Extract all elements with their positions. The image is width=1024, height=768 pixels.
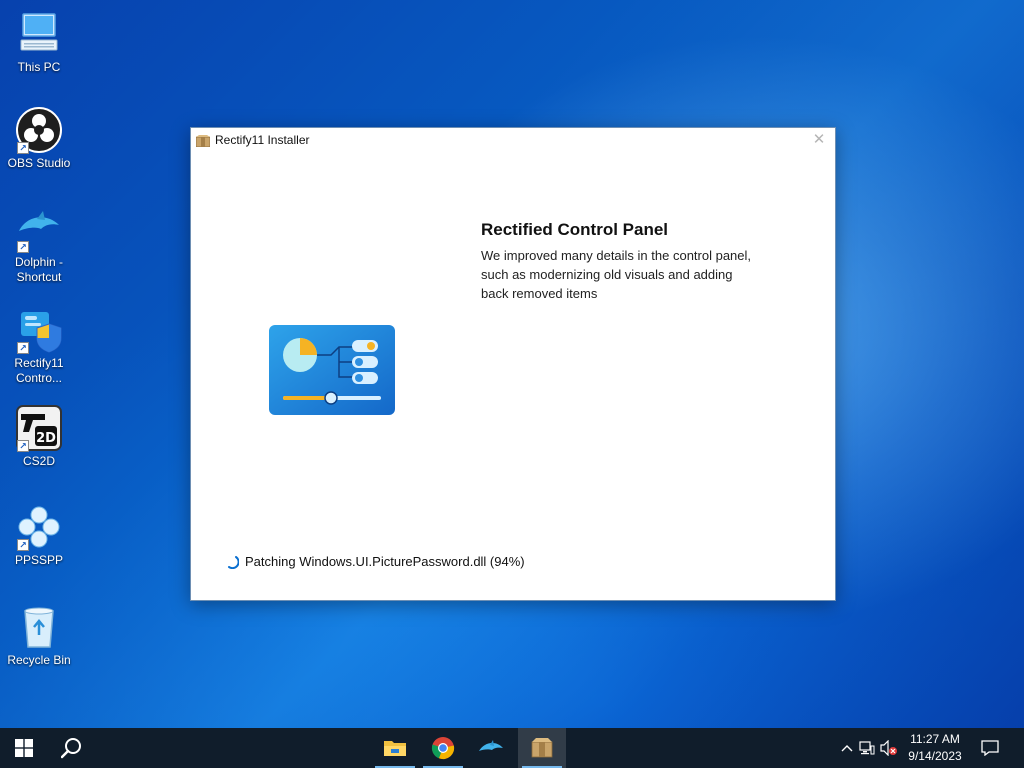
clock-time: 11:27 AM [910,732,960,746]
taskbar-file-explorer[interactable] [371,728,419,768]
search-icon [61,738,81,759]
feature-description: We improved many details in the control … [481,248,752,301]
desktop-icon-ppsspp[interactable]: ↗ PPSSPP [4,503,74,568]
shortcut-arrow-icon: ↗ [17,241,29,253]
network-icon [859,741,875,755]
desktop: This PC ↗ OBS Studio ↗ Dolphin - Shortcu… [0,0,1024,768]
desktop-icon-label: Recycle Bin [7,653,71,667]
recycle-bin-icon [15,603,63,651]
taskbar-dolphin[interactable] [467,728,515,768]
volume-muted-icon [880,740,897,756]
computer-icon [15,10,63,58]
system-tray [838,728,900,768]
control-panel-illustration-icon [269,325,395,415]
volume-button[interactable] [878,728,900,768]
desktop-icon-obs-studio[interactable]: ↗ OBS Studio [4,106,74,171]
shortcut-arrow-icon: ↗ [17,142,29,154]
package-icon [195,134,211,148]
window-title: Rectify11 Installer [215,133,310,147]
taskbar-chrome[interactable] [419,728,467,768]
taskbar-installer[interactable] [518,728,566,768]
notification-icon [981,740,999,756]
shortcut-arrow-icon: ↗ [17,342,29,354]
show-hidden-icons-button[interactable] [838,728,856,768]
control-panel-shield-icon: ↗ [15,306,63,354]
obs-icon: ↗ [15,106,63,154]
taskbar: 11:27 AM 9/14/2023 [0,728,1024,768]
shortcut-arrow-icon: ↗ [17,539,29,551]
clock-date: 9/14/2023 [908,749,962,763]
dolphin-icon [479,740,503,751]
desktop-icon-label: Rectify11 Contro... [14,356,64,385]
desktop-icon-this-pc[interactable]: This PC [4,10,74,75]
desktop-icon-label: CS2D [22,454,55,468]
desktop-icon-dolphin[interactable]: ↗ Dolphin - Shortcut [4,205,74,285]
clock[interactable]: 11:27 AM 9/14/2023 [904,731,966,765]
feature-title: Rectified Control Panel [481,220,669,239]
desktop-icon-label: Dolphin - Shortcut [14,255,64,284]
desktop-icon-label: OBS Studio [7,156,71,170]
file-explorer-icon [384,741,406,756]
dolphin-icon: ↗ [15,205,63,253]
chevron-up-icon [841,745,853,752]
close-icon: ✕ [812,131,826,148]
start-icon [15,739,33,757]
desktop-icon-rectify11-control[interactable]: ↗ Rectify11 Contro... [4,306,74,386]
desktop-icon-label: PPSSPP [14,553,64,567]
shortcut-arrow-icon: ↗ [17,440,29,452]
desktop-icon-label: This PC [17,60,61,74]
chrome-icon [431,737,455,760]
title-bar[interactable]: Rectify11 Installer ✕ [191,128,835,152]
search-button[interactable] [48,728,96,768]
spinner-icon [227,555,240,569]
desktop-icon-cs2d[interactable]: 2D ↗ CS2D [4,404,74,469]
cs2d-icon: 2D ↗ [15,404,63,452]
progress-status: Patching Windows.UI.PicturePassword.dll … [227,554,525,569]
status-text: Patching Windows.UI.PicturePassword.dll … [245,554,525,569]
close-button[interactable]: ✕ [809,130,829,150]
svg-text:2D: 2D [36,431,56,446]
notifications-button[interactable] [968,728,1012,768]
desktop-icon-recycle-bin[interactable]: Recycle Bin [4,603,74,668]
ppsspp-icon: ↗ [15,503,63,551]
installer-icon [531,738,553,758]
installer-window[interactable]: Rectify11 Installer ✕ Rectified Control … [190,127,836,601]
start-button[interactable] [0,728,48,768]
network-button[interactable] [856,728,878,768]
